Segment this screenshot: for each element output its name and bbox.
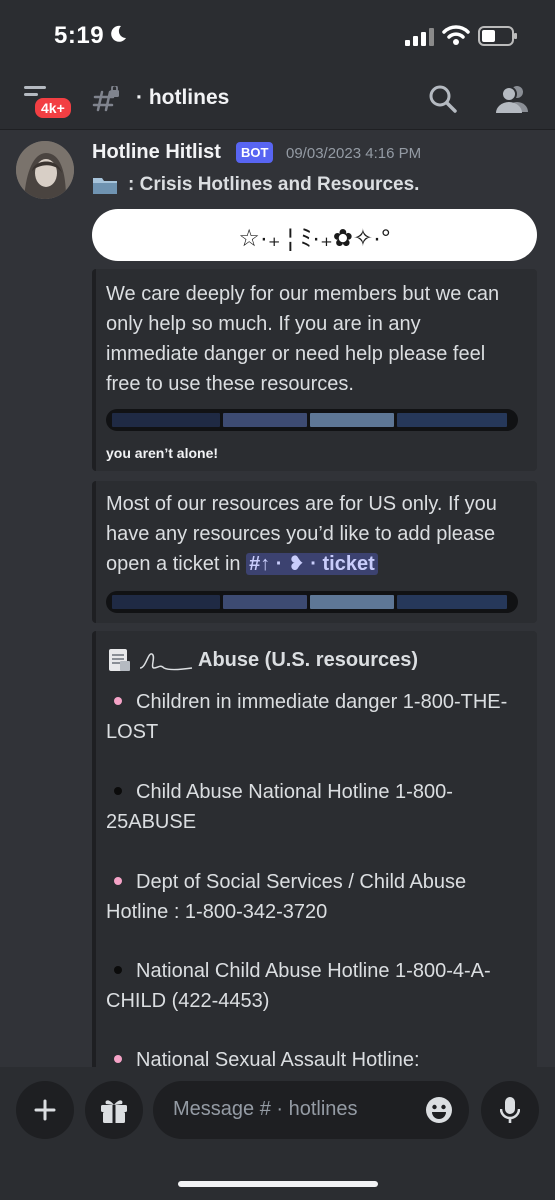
hotline-text: Child Abuse National Hotline 1-800-25ABU… <box>106 781 453 833</box>
ticket-channel-mention[interactable]: #↑ · ❥ · ticket <box>246 553 378 575</box>
message-input[interactable]: Message # · hotlines <box>153 1081 469 1139</box>
moon-icon <box>111 25 126 42</box>
battery-icon <box>478 26 517 46</box>
black-bullet-icon <box>114 787 122 796</box>
add-attachment-button[interactable] <box>16 1081 74 1139</box>
hotline-item: Dept of Social Services / Child Abuse Ho… <box>106 867 526 927</box>
channel-name: · hotlines <box>136 86 230 109</box>
embed-intro-text: We care deeply for our members but we ca… <box>106 283 500 395</box>
embed-abuse-title: Abuse (U.S. resources) <box>106 647 418 673</box>
cellular-signal-icon <box>405 28 434 46</box>
members-icon[interactable] <box>496 84 528 114</box>
bot-tag: BOT <box>236 142 274 163</box>
voice-message-button[interactable] <box>481 1081 539 1139</box>
message-feed[interactable]: Hotline Hitlist BOT 09/03/2023 4:16 PM :… <box>0 131 555 1067</box>
embed-intro: We care deeply for our members but we ca… <box>92 269 537 471</box>
microphone-icon <box>500 1097 520 1123</box>
squiggle-decoration-icon <box>139 653 193 671</box>
message-composer: Message # · hotlines <box>0 1067 555 1200</box>
status-time: 5:19 <box>54 22 105 49</box>
author-name[interactable]: Hotline Hitlist <box>92 141 221 164</box>
message-text: : Crisis Hotlines and Resources. <box>128 174 420 195</box>
unread-badge: 4k+ <box>33 96 73 120</box>
status-bar: 5:19 <box>0 0 555 72</box>
gift-button[interactable] <box>85 1081 143 1139</box>
hotline-item: Child Abuse National Hotline 1-800-25ABU… <box>106 777 526 837</box>
hotline-text: Children in immediate danger 1-800-THE-L… <box>106 691 508 743</box>
black-bullet-icon <box>114 966 122 975</box>
hotline-item: National Child Abuse Hotline 1-800-4-A-C… <box>106 956 526 1016</box>
hotline-text: National Child Abuse Hotline 1-800-4-A-C… <box>106 960 491 1012</box>
embed-intro-caption: you aren’t alone! <box>106 445 219 461</box>
message-input-placeholder: Message # · hotlines <box>173 1098 358 1120</box>
document-icon <box>109 649 130 671</box>
hotline-text: National Sexual Assault Hotline: <box>136 1049 420 1067</box>
home-indicator[interactable] <box>178 1181 378 1187</box>
pink-bullet-icon <box>114 877 122 886</box>
plus-icon <box>34 1099 56 1121</box>
pink-bullet-icon <box>114 1055 122 1064</box>
divider-stripe <box>106 409 518 431</box>
emoji-icon[interactable] <box>425 1096 453 1124</box>
search-icon[interactable] <box>428 84 458 114</box>
hotline-item: National Sexual Assault Hotline: <box>106 1045 526 1067</box>
locked-channel-hash-icon <box>92 86 119 112</box>
folder-icon <box>93 178 117 194</box>
channel-header: 4k+ · hotlines <box>0 72 555 130</box>
decorative-banner: ☆·₊ ¦ ﾐ·₊✿✧·° <box>92 209 537 261</box>
banner-text: ☆·₊ ¦ ﾐ·₊✿✧·° <box>238 224 391 252</box>
message-timestamp: 09/03/2023 4:16 PM <box>286 145 422 162</box>
hotline-text: Dept of Social Services / Child Abuse Ho… <box>106 871 467 923</box>
pink-bullet-icon <box>114 697 122 706</box>
embed-abuse-resources: Abuse (U.S. resources) Children in immed… <box>92 631 537 1067</box>
author-avatar[interactable] <box>16 141 74 199</box>
embed-abuse-title-text: Abuse (U.S. resources) <box>198 648 419 671</box>
wifi-icon <box>442 25 470 45</box>
embed-us-note-text: Most of our resources are for US only. I… <box>106 489 516 579</box>
embed-us-note: Most of our resources are for US only. I… <box>92 481 537 623</box>
divider-stripe <box>106 591 518 613</box>
message-content: : Crisis Hotlines and Resources. <box>92 174 419 196</box>
gift-icon <box>101 1100 127 1123</box>
hotline-item: Children in immediate danger 1-800-THE-L… <box>106 687 526 747</box>
avatar-image <box>16 141 74 199</box>
